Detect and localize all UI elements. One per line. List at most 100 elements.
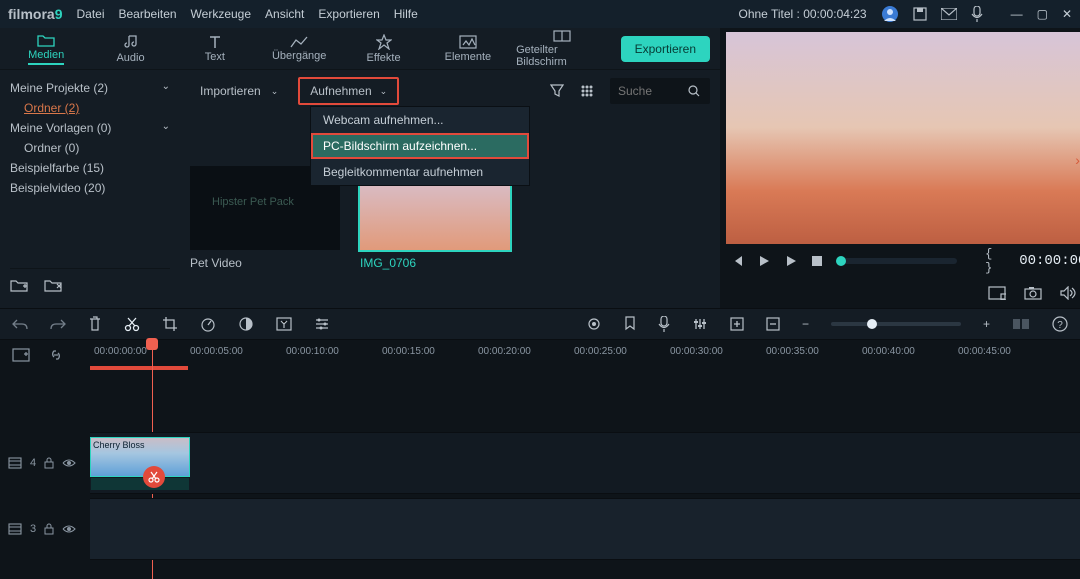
library-templates[interactable]: Meine Vorlagen (0)⌄ (10, 118, 170, 138)
zoom-slider[interactable] (831, 322, 961, 326)
folder-icon (37, 33, 55, 47)
library-video[interactable]: Beispielvideo (20) (10, 178, 170, 198)
record-voiceover[interactable]: Begleitkommentar aufnehmen (311, 159, 529, 185)
library-folder-2[interactable]: Ordner (2) (10, 98, 170, 118)
tab-elements[interactable]: Elemente (432, 35, 504, 63)
help-icon[interactable]: ? (1052, 316, 1068, 332)
render-icon[interactable] (586, 316, 602, 332)
video-track-icon (8, 523, 22, 535)
clip-cherry-bloss[interactable]: Cherry Bloss (90, 437, 190, 477)
minimize-button[interactable]: — (1011, 7, 1023, 21)
transition-icon (290, 36, 308, 48)
record-webcam[interactable]: Webcam aufnehmen... (311, 107, 529, 133)
volume-icon[interactable] (1060, 286, 1076, 300)
tab-splitscreen[interactable]: Geteilter Bildschirm (516, 30, 609, 68)
timeline-mode-icon[interactable] (12, 348, 30, 362)
add-folder-icon[interactable] (10, 278, 28, 292)
snapshot-icon[interactable] (1024, 286, 1042, 300)
split-tool-icon[interactable] (124, 316, 140, 332)
tab-effects[interactable]: Effekte (347, 34, 419, 64)
menu-help[interactable]: Hilfe (394, 7, 418, 21)
eye-icon[interactable] (62, 524, 76, 534)
search-icon (688, 85, 700, 97)
delete-icon[interactable] (88, 316, 102, 332)
elements-icon (459, 35, 477, 49)
save-icon[interactable] (913, 7, 927, 21)
library-color[interactable]: Beispielfarbe (15) (10, 158, 170, 178)
stop-button[interactable] (811, 255, 822, 267)
maximize-button[interactable]: ▢ (1037, 7, 1048, 21)
add-track-icon[interactable] (730, 317, 744, 331)
mail-icon[interactable] (941, 8, 957, 20)
import-button[interactable]: Importieren ⌄ (190, 79, 288, 103)
work-region[interactable] (90, 366, 188, 370)
eye-icon[interactable] (62, 458, 76, 468)
crop-icon[interactable] (162, 316, 178, 332)
tab-media[interactable]: Medien (10, 33, 82, 65)
library-tree: Meine Projekte (2)⌄ Ordner (2) Meine Vor… (0, 70, 180, 308)
account-icon[interactable] (881, 5, 899, 23)
zoom-out-icon[interactable]: − (802, 317, 809, 331)
music-icon (123, 34, 139, 50)
mic-icon[interactable] (971, 6, 983, 22)
greenscreen-icon[interactable] (276, 317, 292, 331)
menu-file[interactable]: Datei (76, 7, 104, 21)
text-icon (208, 35, 222, 49)
filter-icon[interactable] (550, 84, 564, 98)
menu-edit[interactable]: Bearbeiten (119, 7, 177, 21)
main-tabs: Medien Audio Text Übergänge Effekte Elem… (0, 28, 720, 70)
time-ruler[interactable]: 00:00:00:00 00:00:05:00 00:00:10:00 00:0… (90, 340, 1080, 370)
library-folder-0[interactable]: Ordner (0) (10, 138, 170, 158)
color-icon[interactable] (238, 316, 254, 332)
play-button[interactable] (757, 254, 770, 268)
timeline-toolbar: − + ? (0, 308, 1080, 340)
record-voice-icon[interactable] (658, 316, 670, 332)
link-icon[interactable] (48, 347, 64, 363)
split-icon (553, 30, 571, 42)
record-screen[interactable]: PC-Bildschirm aufzeichnen... (311, 133, 529, 159)
grid-icon[interactable] (580, 84, 594, 98)
record-dropdown: Webcam aufnehmen... PC-Bildschirm aufzei… (310, 106, 530, 186)
remove-folder-icon[interactable] (44, 278, 62, 292)
tab-audio[interactable]: Audio (94, 34, 166, 64)
close-button[interactable]: ✕ (1062, 7, 1072, 21)
prev-frame-button[interactable] (730, 254, 743, 268)
quality-icon[interactable] (988, 286, 1006, 300)
speed-icon[interactable] (200, 316, 216, 332)
svg-text:?: ? (1057, 320, 1063, 331)
app-logo: filmora9 (8, 6, 62, 22)
menu-view[interactable]: Ansicht (265, 7, 304, 21)
lock-icon[interactable] (44, 457, 54, 469)
video-track-4: 4 Cherry Bloss (0, 432, 1080, 494)
transport-bar: { } 00:00:00:00 (720, 244, 1080, 278)
adjust-icon[interactable] (314, 317, 330, 331)
tab-text[interactable]: Text (179, 35, 251, 63)
remove-track-icon[interactable] (766, 317, 780, 331)
library-projects[interactable]: Meine Projekte (2)⌄ (10, 78, 170, 98)
marker-icon[interactable] (624, 316, 636, 332)
effects-icon (376, 34, 392, 50)
timeline: 00:00:00:00 00:00:05:00 00:00:10:00 00:0… (0, 340, 1080, 579)
video-track-icon (8, 457, 22, 469)
record-button[interactable]: Aufnehmen ⌄ (298, 77, 399, 105)
mixer-icon[interactable] (692, 317, 708, 331)
redo-icon[interactable] (50, 317, 66, 331)
tab-transitions[interactable]: Übergänge (263, 36, 335, 62)
search-input[interactable] (610, 78, 710, 104)
menu-export[interactable]: Exportieren (318, 7, 379, 21)
scissors-icon[interactable] (143, 466, 165, 488)
project-title: Ohne Titel : 00:00:04:23 (739, 7, 867, 21)
zoom-in-icon[interactable]: + (983, 317, 990, 331)
play2-button[interactable] (784, 254, 797, 268)
seek-slider[interactable] (836, 258, 957, 264)
undo-icon[interactable] (12, 317, 28, 331)
markers-label[interactable]: { } (985, 247, 1005, 275)
title-bar: filmora9 Datei Bearbeiten Werkzeuge Ansi… (0, 0, 1080, 28)
preview-monitor[interactable]: › ‿ ‹ (726, 32, 1080, 244)
export-button[interactable]: Exportieren (621, 36, 710, 62)
video-track-3: 3 (0, 498, 1080, 560)
preview-timecode: 00:00:00:00 (1019, 253, 1080, 269)
zoom-fit-icon[interactable] (1012, 318, 1030, 330)
lock-icon[interactable] (44, 523, 54, 535)
menu-tools[interactable]: Werkzeuge (191, 7, 251, 21)
